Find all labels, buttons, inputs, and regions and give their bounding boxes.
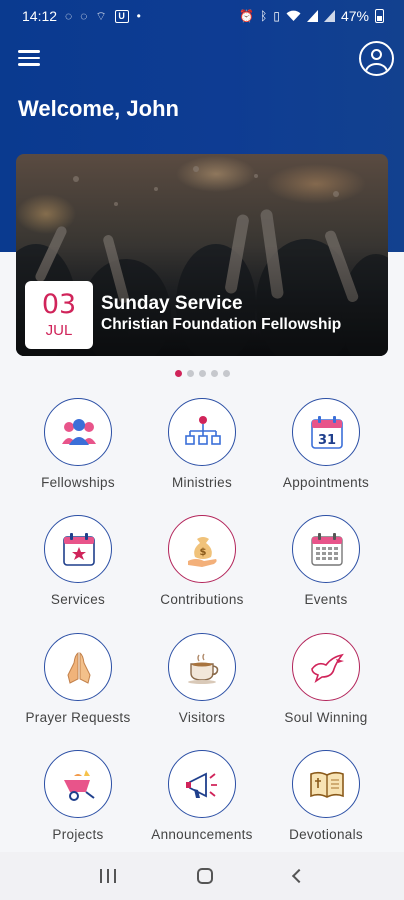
menu-item-label: Prayer Requests	[25, 710, 131, 725]
carousel-dot[interactable]	[187, 370, 194, 377]
icon-circle	[292, 633, 360, 701]
menu-item-projects[interactable]: Projects	[13, 750, 143, 842]
whatsapp-icon: ◌	[65, 9, 73, 23]
recent-apps-icon[interactable]	[100, 869, 117, 883]
event-banner[interactable]: 03 JUL Sunday Service Christian Foundati…	[16, 154, 388, 356]
wifi-icon	[286, 10, 301, 21]
carousel-dot[interactable]	[199, 370, 206, 377]
status-bar: 14:12 ◌ ◌ ⌔ U • ⏰ ᛒ ▯ 47%	[0, 0, 404, 32]
icon-circle	[44, 750, 112, 818]
calendar-star-icon	[63, 533, 95, 566]
bluetooth-icon: ᛒ	[260, 9, 268, 23]
menu-item-label: Visitors	[178, 710, 226, 725]
menu-item-label: Contributions	[160, 592, 244, 607]
menu-item-contributions[interactable]: $ Contributions	[137, 515, 267, 607]
group-people-icon	[62, 419, 96, 445]
menu-item-devotionals[interactable]: Devotionals	[261, 750, 391, 842]
battery-percent: 47%	[340, 8, 369, 24]
carousel-dot[interactable]	[211, 370, 218, 377]
menu-item-services[interactable]: Services	[13, 515, 143, 607]
menu-item-label: Devotionals	[289, 827, 363, 842]
dove-icon	[311, 653, 344, 683]
carousel-dot[interactable]	[175, 370, 182, 377]
menu-item-visitors[interactable]: Visitors	[137, 633, 267, 725]
icon-circle	[44, 398, 112, 466]
menu-item-label: Fellowships	[41, 475, 115, 490]
menu-item-announcements[interactable]: Announcements	[137, 750, 267, 842]
menu-item-soul-winning[interactable]: Soul Winning	[261, 633, 391, 725]
home-icon[interactable]	[196, 868, 213, 884]
menu-item-ministries[interactable]: Ministries	[137, 398, 267, 490]
menu-item-fellowships[interactable]: Fellowships	[13, 398, 143, 490]
menu-item-label: Announcements	[151, 827, 253, 842]
menu-item-label: Services	[50, 592, 106, 607]
icon-circle	[44, 633, 112, 701]
event-title: Sunday Service	[101, 293, 243, 314]
u-app-icon: U	[114, 9, 129, 23]
whatsapp-icon: ◌	[80, 9, 88, 23]
svg-text:31: 31	[318, 433, 336, 448]
menu-item-label: Soul Winning	[284, 710, 368, 725]
menu-item-appointments[interactable]: 31 Appointments	[261, 398, 391, 490]
hamburger-menu-icon[interactable]	[18, 50, 40, 66]
icon-circle	[292, 750, 360, 818]
icon-circle: $	[168, 515, 236, 583]
dot-icon: •	[136, 9, 141, 23]
coffee-cup-icon	[188, 653, 219, 684]
alarm-icon: ⏰	[239, 9, 255, 23]
back-icon[interactable]	[291, 868, 306, 884]
icon-circle	[292, 515, 360, 583]
signal-app-icon: ⌔	[95, 9, 107, 23]
cell-signal-icon	[323, 10, 335, 22]
cell-signal-icon	[306, 10, 318, 22]
menu-item-events[interactable]: Events	[261, 515, 391, 607]
megaphone-icon	[186, 772, 217, 798]
user-profile-icon[interactable]	[359, 41, 394, 76]
welcome-text: Welcome, John	[18, 96, 179, 121]
menu-item-label: Events	[304, 592, 348, 607]
status-time: 14:12	[22, 8, 58, 24]
menu-item-label: Ministries	[171, 475, 232, 490]
bible-book-icon	[310, 771, 344, 798]
menu-item-label: Appointments	[282, 475, 370, 490]
carousel-indicator	[175, 370, 230, 377]
wheelbarrow-icon	[64, 770, 95, 801]
org-chart-icon	[185, 416, 221, 445]
event-subtitle: Christian Foundation Fellowship	[101, 316, 342, 333]
icon-circle	[168, 750, 236, 818]
menu-item-label: Projects	[52, 827, 104, 842]
carousel-dot[interactable]	[223, 370, 230, 377]
icon-circle	[44, 515, 112, 583]
calendar-grid-icon	[311, 533, 343, 566]
event-month: JUL	[45, 322, 73, 339]
event-date-box: 03 JUL	[25, 281, 93, 349]
praying-hands-icon	[67, 652, 91, 684]
vibrate-icon: ▯	[273, 9, 280, 23]
icon-circle	[168, 398, 236, 466]
calendar-31-icon: 31	[311, 416, 343, 449]
menu-item-prayer-requests[interactable]: Prayer Requests	[13, 633, 143, 725]
status-right: ⏰ ᛒ ▯ 47%	[239, 8, 384, 24]
icon-circle: 31	[292, 398, 360, 466]
money-bag-hand-icon: $	[188, 537, 217, 567]
event-day: 03	[41, 289, 77, 320]
status-left: 14:12 ◌ ◌ ⌔ U •	[22, 8, 141, 24]
system-nav-bar	[0, 852, 404, 900]
svg-text:$: $	[200, 547, 207, 558]
battery-icon	[375, 9, 384, 23]
icon-circle	[168, 633, 236, 701]
